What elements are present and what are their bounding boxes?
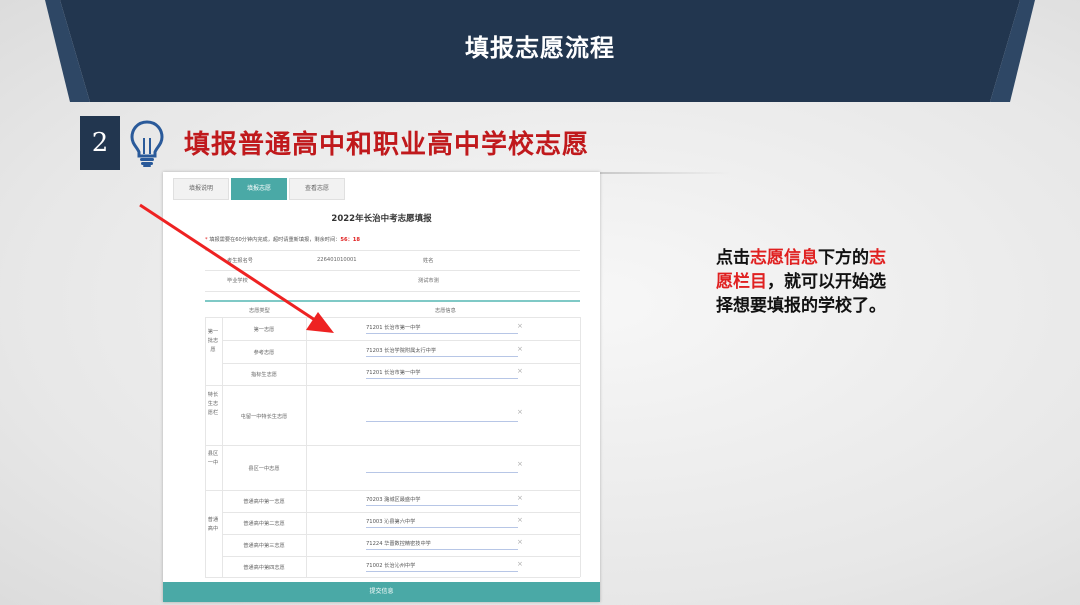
tab-instructions[interactable]: 填报说明 [173, 178, 229, 200]
lightbulb-icon [130, 120, 164, 167]
choice-select[interactable]: 71002 长治沁州中学 [366, 560, 518, 572]
type-label: 普通高中第一志愿 [243, 499, 285, 505]
section-title: 填报普通高中和职业高中学校志愿 [184, 130, 590, 160]
choice-select[interactable]: 71224 华晋数控精密技中学 [366, 538, 518, 550]
group-label-first-batch: 第一批志愿 [207, 329, 219, 353]
callout-text-1: 点击 [716, 248, 750, 268]
col-type-header: 志愿类型 [249, 308, 270, 314]
notice-seconds: 18 [352, 237, 361, 243]
form-title: 2022年长治中考志愿填报 [331, 214, 432, 224]
notice-text: 填报需要在60分钟内完成，超时请重新填报，剩余时间： [209, 237, 341, 243]
close-icon[interactable]: × [517, 560, 523, 568]
info-row-exam: 考生报名号 226401010001 姓名 [205, 250, 580, 271]
callout-text-2: 下方的 [818, 248, 869, 268]
grid-line [222, 512, 580, 513]
choice-select[interactable]: 71201 长治市第一中学 [366, 322, 518, 334]
type-label: 指标生志愿 [251, 372, 277, 378]
time-notice: * 填报需要在60分钟内完成，超时请重新填报，剩余时间：56：18 [205, 237, 361, 243]
choice-value: 71201 长治市第一中学 [366, 370, 421, 376]
form-screenshot: 填报说明 填报志愿 查看志愿 2022年长治中考志愿填报 * 填报需要在60分钟… [163, 172, 600, 602]
volunteer-table-header: 志愿类型 志愿信息 [205, 305, 580, 317]
choice-value: 71203 长治学院附属太行中学 [366, 348, 437, 354]
grid-line [222, 340, 580, 341]
grid-line [205, 385, 580, 386]
group-label-county: 县区一中 [207, 451, 219, 466]
group-label-specialty: 特长生志愿栏 [207, 392, 219, 416]
name-label: 姓名 [423, 258, 434, 264]
choice-value: 70203 潞城区最盛中学 [366, 497, 421, 503]
step-number-badge: 2 [80, 116, 120, 170]
type-label: 参考志愿 [253, 350, 275, 356]
exam-no-label: 考生报名号 [227, 258, 253, 264]
close-icon[interactable]: × [517, 322, 523, 330]
grid-line [306, 317, 307, 577]
instruction-callout: 点击志愿信息下方的志愿栏目，就可以开始选择想要填报的学校了。 [716, 246, 896, 318]
grid-line [205, 577, 580, 578]
close-icon[interactable]: × [517, 460, 523, 468]
col-info-header: 志愿信息 [435, 308, 456, 314]
grid-line [205, 490, 580, 491]
type-label: 县区一中志愿 [248, 466, 280, 472]
exam-no-value: 226401010001 [317, 257, 357, 263]
section-divider [205, 300, 580, 302]
notice-minutes: 56 [340, 237, 348, 243]
choice-value: 71003 沁县第六中学 [366, 519, 416, 525]
tab-view-choices[interactable]: 查看志愿 [289, 178, 345, 200]
grid-line [222, 363, 580, 364]
grid-line [205, 445, 580, 446]
grid-line [205, 317, 206, 577]
choice-select[interactable] [366, 461, 518, 473]
grid-line [580, 317, 581, 577]
close-icon[interactable]: × [517, 516, 523, 524]
school-label: 毕业学校 [227, 278, 248, 284]
choice-select[interactable] [366, 410, 518, 422]
close-icon[interactable]: × [517, 494, 523, 502]
type-label: 第一志愿 [253, 327, 275, 333]
grid-line [222, 534, 580, 535]
callout-highlight-1: 志愿信息 [750, 248, 818, 268]
grid-line [222, 556, 580, 557]
info-row-school: 毕业学校 测试市测 [205, 270, 580, 292]
type-label: 普通高中第二志愿 [243, 521, 285, 527]
page-title: 填报志愿流程 [465, 34, 615, 62]
close-icon[interactable]: × [517, 345, 523, 353]
type-label: 普通高中第三志愿 [243, 543, 285, 549]
choice-select[interactable]: 70203 潞城区最盛中学 [366, 494, 518, 506]
school-value: 测试市测 [418, 278, 439, 284]
grid-line [205, 317, 580, 318]
grid-line [222, 317, 223, 577]
tab-fill-choices[interactable]: 填报志愿 [231, 178, 287, 200]
choice-select[interactable]: 71201 长治市第一中学 [366, 367, 518, 379]
close-icon[interactable]: × [517, 367, 523, 375]
type-label: 普通高中第四志愿 [243, 565, 285, 571]
form-tabs: 填报说明 填报志愿 查看志愿 [173, 178, 347, 200]
choice-value: 71201 长治市第一中学 [366, 325, 421, 331]
choice-select[interactable]: 71003 沁县第六中学 [366, 516, 518, 528]
choice-value: 71002 长治沁州中学 [366, 563, 416, 569]
close-icon[interactable]: × [517, 408, 523, 416]
choice-select[interactable]: 71203 长治学院附属太行中学 [366, 345, 518, 357]
choice-value: 71224 华晋数控精密技中学 [366, 541, 431, 547]
close-icon[interactable]: × [517, 538, 523, 546]
group-label-general-high: 普通高中 [207, 517, 219, 532]
submit-button[interactable]: 提交信息 [163, 582, 600, 602]
type-label: 屯留一中特长生志愿 [240, 414, 288, 420]
